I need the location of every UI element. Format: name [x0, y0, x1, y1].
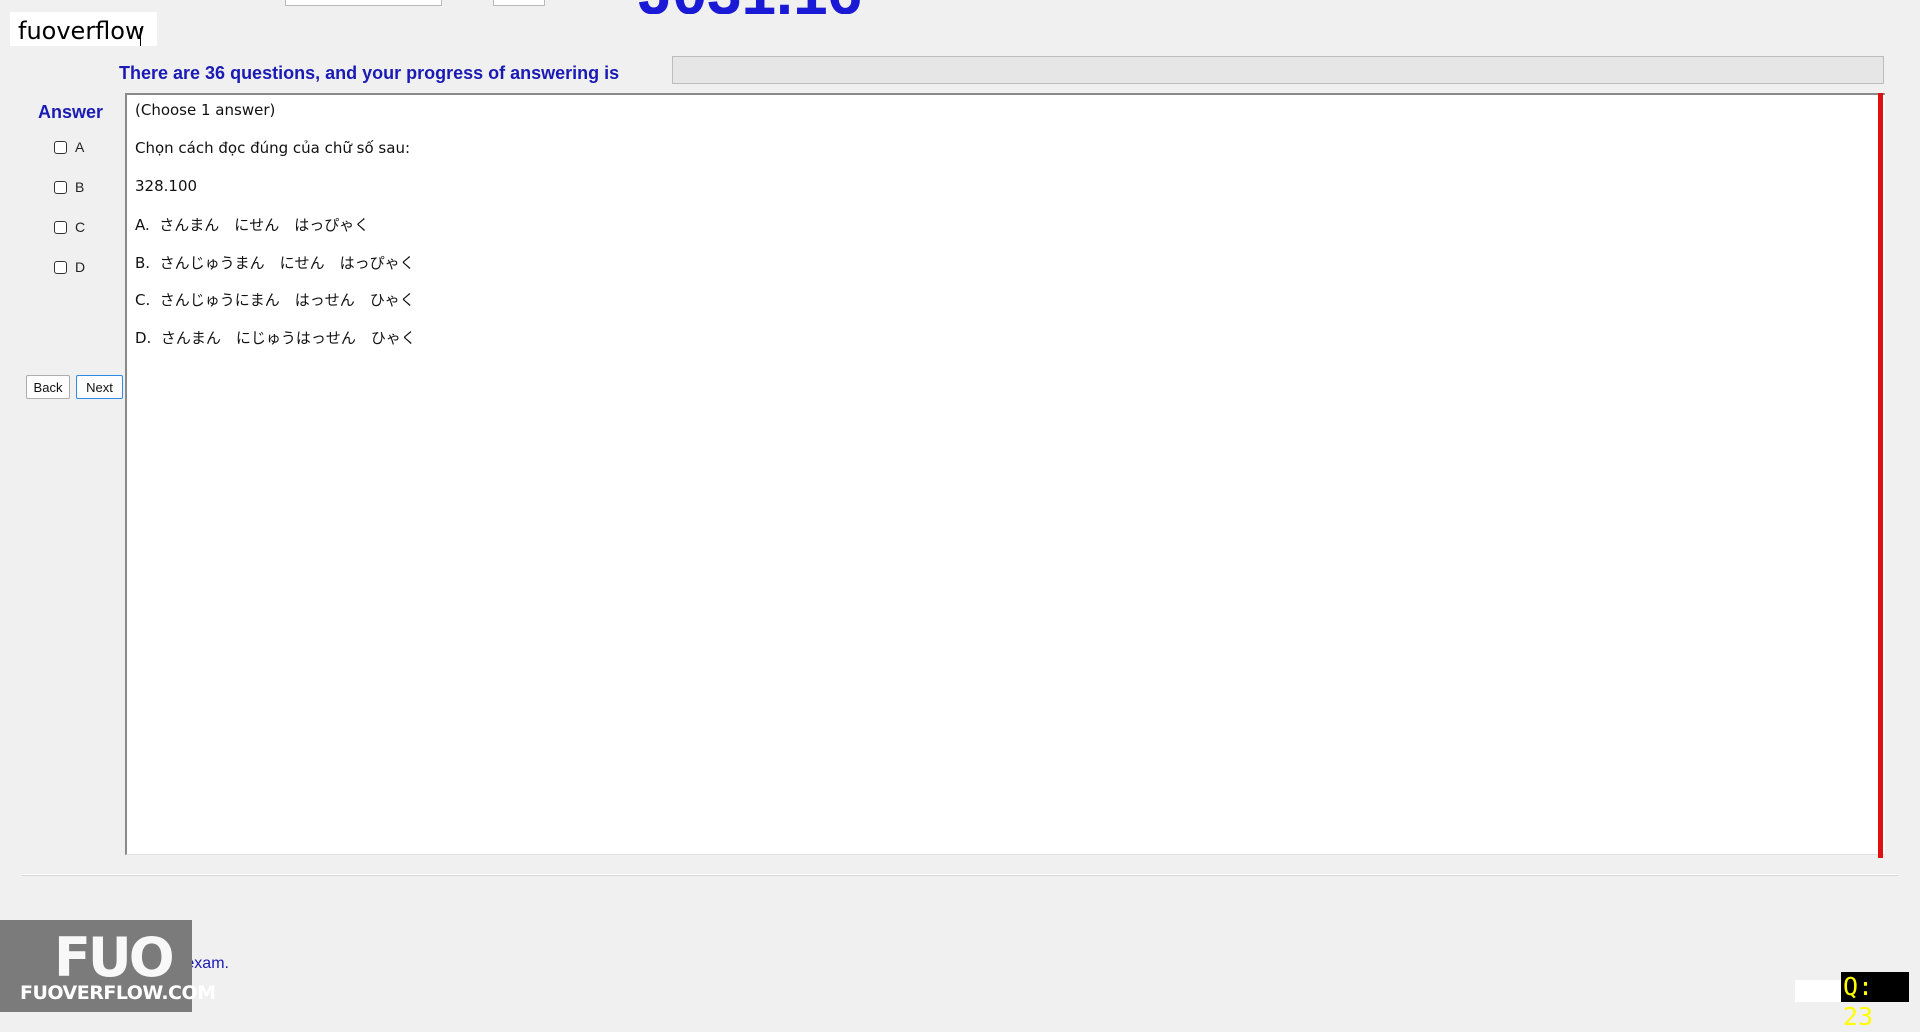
answer-option-d[interactable]: D [54, 256, 85, 278]
question-instruction: (Choose 1 answer) [135, 101, 276, 119]
answer-option-b[interactable]: B [54, 176, 84, 198]
progress-text: There are 36 questions, and your progres… [119, 63, 620, 83]
answer-checkbox-b[interactable] [54, 180, 67, 194]
progress-bar [672, 56, 1884, 84]
question-panel [125, 93, 1885, 855]
answer-option-label: A [75, 139, 85, 155]
choice-b: B. さんじゅうまん にせん はっぴゃく [135, 254, 415, 272]
back-button[interactable]: Back [26, 375, 70, 399]
logo-text-large: FUO [54, 926, 175, 989]
answer-option-label: D [75, 259, 86, 275]
answer-option-a[interactable]: A [54, 136, 84, 158]
exam-code: J031.16 [638, 0, 862, 14]
top-dropdown-field[interactable] [285, 0, 442, 6]
choice-d: D. さんまん にじゅうはっせん ひゃく [135, 329, 416, 347]
top-small-field[interactable] [493, 0, 545, 6]
top-strip: J031.16 [0, 0, 1920, 14]
answer-checkbox-d[interactable] [54, 260, 67, 274]
panel-red-border [1878, 93, 1883, 858]
choice-a: A. さんまん にせん はっぴゃく [135, 216, 370, 234]
question-prompt: Chọn cách đọc đúng của chữ số sau: [135, 139, 411, 157]
answer-checkbox-c[interactable] [54, 220, 67, 234]
site-label: fuoverflow [10, 12, 157, 46]
answer-option-label: C [75, 219, 86, 235]
question-number: 328.100 [135, 177, 198, 195]
answer-option-label: B [75, 179, 85, 195]
choice-c: C. さんじゅうにまん はっせん ひゃく [135, 291, 415, 309]
answer-option-c[interactable]: C [54, 216, 85, 238]
answer-heading: Answer [38, 102, 104, 122]
counter-backing [1795, 980, 1841, 1002]
next-button[interactable]: Next [76, 375, 123, 399]
question-counter: Q: 23 [1841, 972, 1909, 1031]
logo-text-small: FUOVERFLOW.COM [20, 982, 216, 1004]
answer-checkbox-a[interactable] [54, 140, 67, 154]
